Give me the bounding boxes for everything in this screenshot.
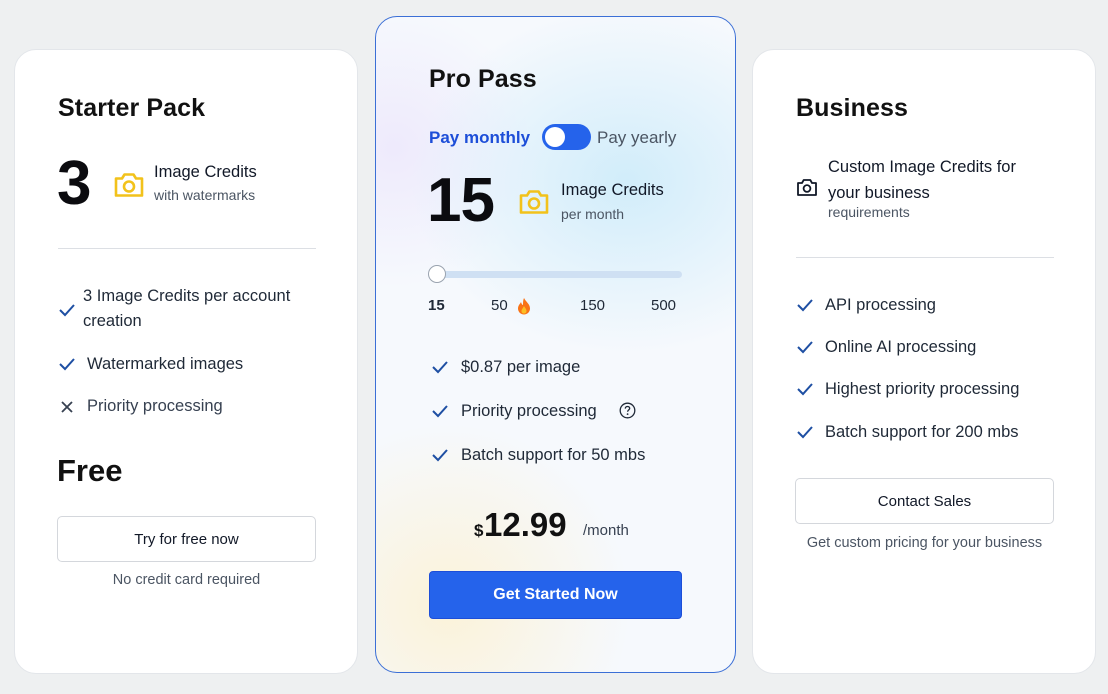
business-feature-2: Online AI processing <box>825 338 977 356</box>
pro-credits-number: 15 <box>427 166 495 235</box>
pay-yearly-label[interactable]: Pay yearly <box>597 128 676 148</box>
starter-feature-1: 3 Image Credits per account creation <box>83 284 323 334</box>
check-icon <box>431 448 449 462</box>
pro-credits-sub: per month <box>561 206 625 222</box>
starter-price: Free <box>57 453 123 488</box>
camera-icon <box>517 188 551 221</box>
starter-credits-number: 3 <box>57 149 91 218</box>
business-credits-sub: requirements <box>828 204 910 220</box>
pro-feature-1: $0.87 per image <box>461 358 581 376</box>
camera-icon <box>796 178 818 202</box>
fire-icon <box>517 297 531 320</box>
business-card: Business Custom Image Credits for your b… <box>752 49 1096 674</box>
get-started-button[interactable]: Get Started Now <box>429 571 682 619</box>
check-icon <box>58 357 76 371</box>
business-feature-3: Highest priority processing <box>825 380 1020 398</box>
price-period: /month <box>583 522 629 539</box>
starter-title: Starter Pack <box>58 94 206 122</box>
starter-feature-1-line2: creation <box>83 312 142 330</box>
starter-credits-sub: with watermarks <box>154 187 256 203</box>
check-icon <box>796 382 814 396</box>
starter-feature-3: Priority processing <box>87 397 223 415</box>
credits-slider-track[interactable] <box>433 271 682 278</box>
business-credits-label: Custom Image Credits for your business <box>828 154 1016 206</box>
slider-tick-15[interactable]: 15 <box>428 297 445 314</box>
starter-credits-label: Image Credits <box>154 163 257 181</box>
try-free-button[interactable]: Try for free now <box>57 516 316 562</box>
slider-tick-50[interactable]: 50 <box>491 297 508 314</box>
check-icon <box>58 303 76 317</box>
check-icon <box>431 404 449 418</box>
divider <box>58 248 316 249</box>
business-note: Get custom pricing for your business <box>806 535 1043 551</box>
credits-slider-thumb[interactable] <box>428 265 446 283</box>
pay-monthly-label[interactable]: Pay monthly <box>429 128 530 148</box>
pro-credits-label: Image Credits <box>561 181 664 199</box>
business-credits-line1: Custom Image Credits for <box>828 158 1016 176</box>
business-title: Business <box>796 94 908 122</box>
price-currency: $ <box>474 521 484 540</box>
check-icon <box>431 360 449 374</box>
starter-feature-2: Watermarked images <box>87 355 244 373</box>
business-feature-4: Batch support for 200 mbs <box>825 423 1019 441</box>
check-icon <box>796 298 814 312</box>
camera-icon <box>112 171 146 204</box>
billing-toggle[interactable] <box>542 124 591 150</box>
pro-title: Pro Pass <box>429 65 537 93</box>
pro-feature-2: Priority processing <box>461 402 597 420</box>
close-icon <box>59 399 77 413</box>
check-icon <box>796 340 814 354</box>
slider-tick-500[interactable]: 500 <box>651 297 676 314</box>
slider-tick-150[interactable]: 150 <box>580 297 605 314</box>
starter-pack-card: Starter Pack 3 Image Credits with waterm… <box>14 49 358 674</box>
divider <box>796 257 1054 258</box>
help-circle-icon[interactable] <box>619 402 636 424</box>
starter-feature-1-line1: 3 Image Credits per account <box>83 287 291 305</box>
toggle-knob <box>545 127 565 147</box>
starter-note: No credit card required <box>112 572 261 588</box>
contact-sales-button[interactable]: Contact Sales <box>795 478 1054 524</box>
business-credits-line2: your business <box>828 184 930 202</box>
pro-price: 12.99 <box>484 506 567 543</box>
pro-feature-3: Batch support for 50 mbs <box>461 446 646 464</box>
business-feature-1: API processing <box>825 296 936 314</box>
check-icon <box>796 425 814 439</box>
pro-pass-card: Pro Pass Pay monthly Pay yearly 15 Image… <box>375 16 736 673</box>
